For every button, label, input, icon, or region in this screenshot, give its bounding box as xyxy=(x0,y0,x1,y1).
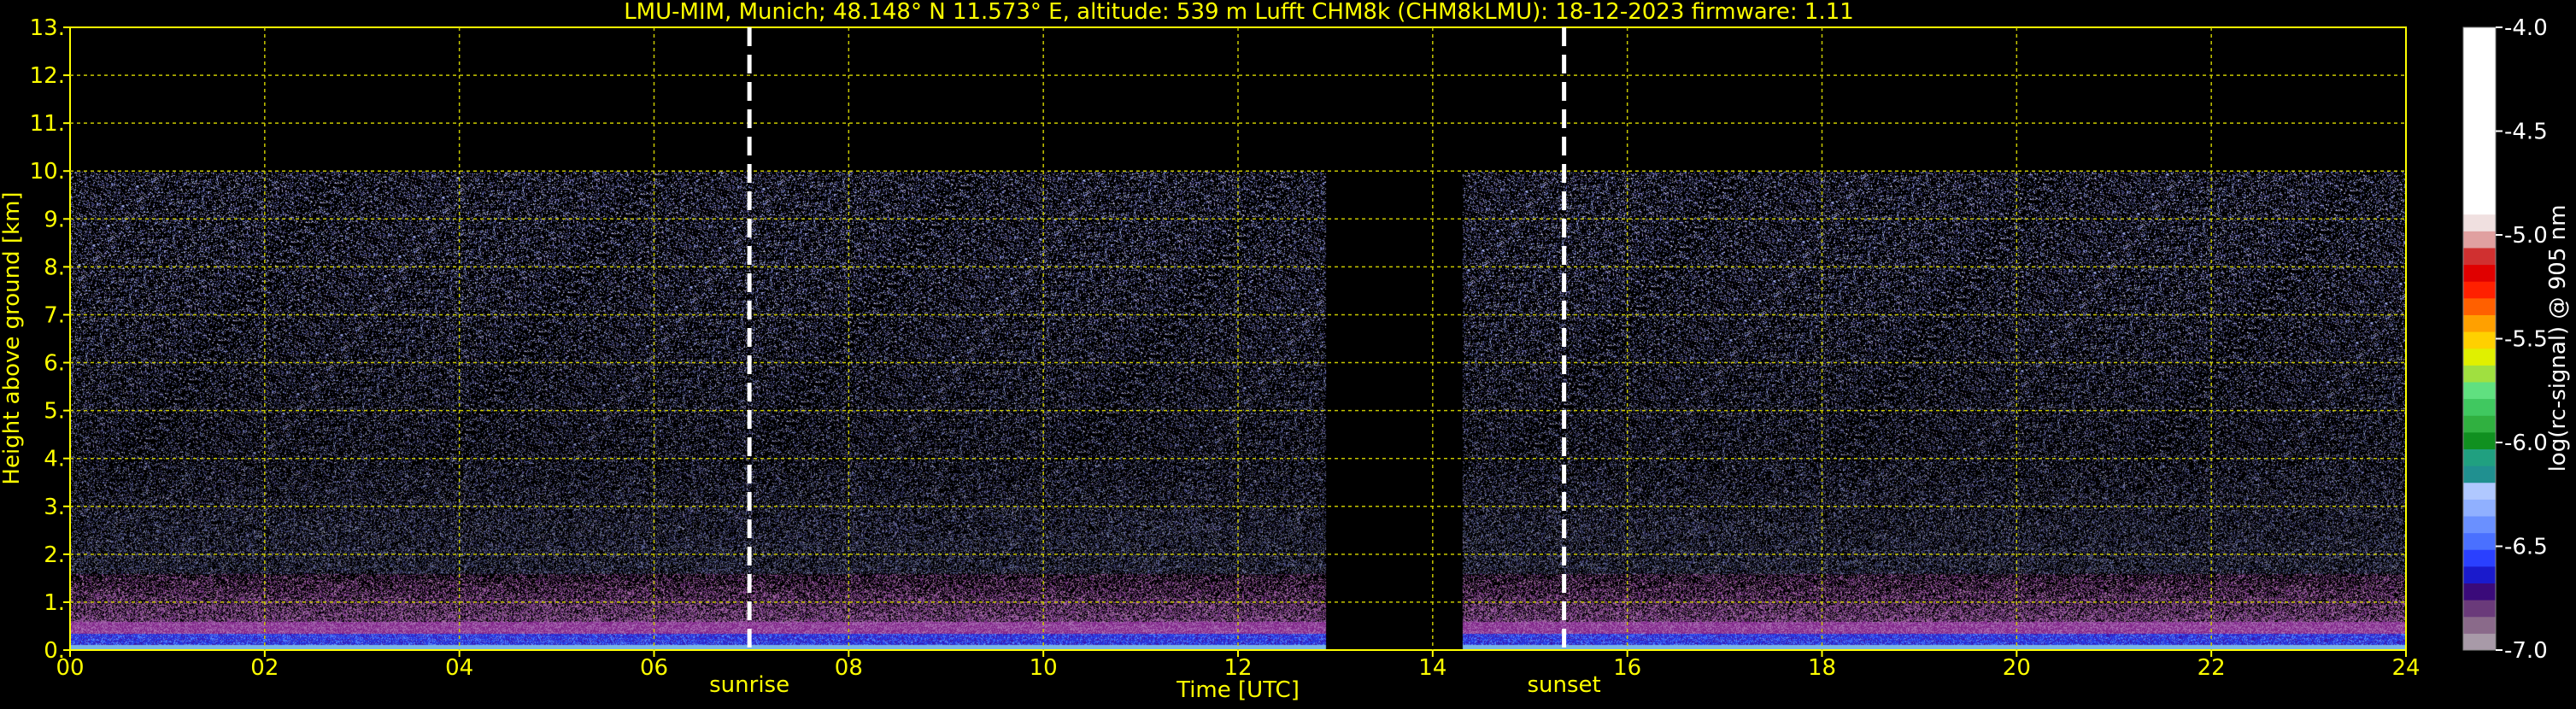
y-tick-label: 4. xyxy=(44,447,65,472)
colorbar-swatch xyxy=(2463,583,2496,601)
colorbar-tick-label: -4.5 xyxy=(2504,120,2548,145)
y-tick-label: 0. xyxy=(44,638,65,664)
colorbar-tick-label: -6.5 xyxy=(2504,535,2548,560)
y-tick-label: 6. xyxy=(44,351,65,377)
x-tick-label: 04 xyxy=(445,655,473,681)
colorbar-swatch xyxy=(2463,297,2496,315)
x-tick-label: 10 xyxy=(1030,655,1058,681)
colorbar-swatch xyxy=(2463,331,2496,349)
y-tick-label: 3. xyxy=(44,495,65,520)
colorbar-swatch xyxy=(2463,214,2496,231)
colorbar-swatch xyxy=(2463,499,2496,517)
colorbar-swatch xyxy=(2463,431,2496,449)
chart-title: LMU-MIM, Munich; 48.148° N 11.573° E, al… xyxy=(624,0,1854,25)
y-tick-label: 12. xyxy=(30,63,65,89)
ceilometer-chart: LMU-MIM, Munich; 48.148° N 11.573° E, al… xyxy=(0,0,2576,706)
y-tick-label: 11. xyxy=(30,111,65,137)
x-tick-label: 16 xyxy=(1613,655,1641,681)
sun-marker-label: sunrise xyxy=(709,672,789,698)
colorbar-swatch xyxy=(2463,448,2496,466)
x-tick-label: 06 xyxy=(640,655,668,681)
colorbar-tick-label: -7.0 xyxy=(2504,638,2548,664)
y-tick-label: 13. xyxy=(30,15,65,41)
y-tick-label: 7. xyxy=(44,302,65,328)
ceilometer-figure: LMU-MIM, Munich; 48.148° N 11.573° E, al… xyxy=(0,0,2576,706)
colorbar-swatch xyxy=(2463,633,2496,651)
colorbar-swatch xyxy=(2463,264,2496,282)
colorbar-swatch xyxy=(2463,281,2496,299)
plot-area: sunrise sunset 00 02 04 06 08 10 12 14 16 18 20 22 24… xyxy=(30,15,2421,698)
colorbar-swatch xyxy=(2463,398,2496,416)
y-tick-label: 10. xyxy=(30,159,65,185)
x-tick-label: 24 xyxy=(2391,655,2420,681)
colorbar-swatch xyxy=(2463,532,2496,550)
x-tick-label: 18 xyxy=(1808,655,1836,681)
colorbar-swatch xyxy=(2463,565,2496,583)
y-tick-label: 1. xyxy=(44,590,65,616)
colorbar-swatch xyxy=(2463,515,2496,534)
colorbar-swatch xyxy=(2463,381,2496,400)
x-tick-label: 20 xyxy=(2003,655,2031,681)
colorbar-tick-label: -4.0 xyxy=(2504,15,2548,41)
y-tick-label: 9. xyxy=(44,207,65,232)
x-tick-label: 08 xyxy=(835,655,863,681)
colorbar-swatch xyxy=(2463,247,2496,266)
colorbar-swatch xyxy=(2463,482,2496,500)
colorbar-tick-label: -5.0 xyxy=(2504,223,2548,249)
colorbar-swatch xyxy=(2463,27,2496,215)
colorbar-swatch xyxy=(2463,231,2496,249)
x-tick-label: 14 xyxy=(1418,655,1446,681)
sun-marker-label: sunset xyxy=(1527,672,1600,698)
colorbar-swatch xyxy=(2463,466,2496,483)
y-tick-label: 2. xyxy=(44,542,65,568)
y-tick-label: 8. xyxy=(44,255,65,280)
colorbar-label: log(rc-signal) @ 905 nm xyxy=(2545,205,2571,472)
colorbar-swatch xyxy=(2463,348,2496,366)
colorbar-tick-label: -5.5 xyxy=(2504,327,2548,353)
colorbar-swatch xyxy=(2463,600,2496,618)
x-axis-label: Time [UTC] xyxy=(1176,677,1300,703)
x-tick-label: 02 xyxy=(250,655,279,681)
colorbar-swatch xyxy=(2463,549,2496,567)
colorbar-swatch xyxy=(2463,314,2496,332)
y-tick-label: 5. xyxy=(44,399,65,425)
colorbar-tick-label: -6.0 xyxy=(2504,431,2548,456)
colorbar-swatch xyxy=(2463,616,2496,634)
colorbar-swatch xyxy=(2463,415,2496,433)
x-tick-label: 22 xyxy=(2198,655,2226,681)
colorbar-swatch xyxy=(2463,365,2496,383)
colorbar-swatches xyxy=(2463,27,2496,651)
y-axis-label: Height above ground [km] xyxy=(0,191,25,484)
